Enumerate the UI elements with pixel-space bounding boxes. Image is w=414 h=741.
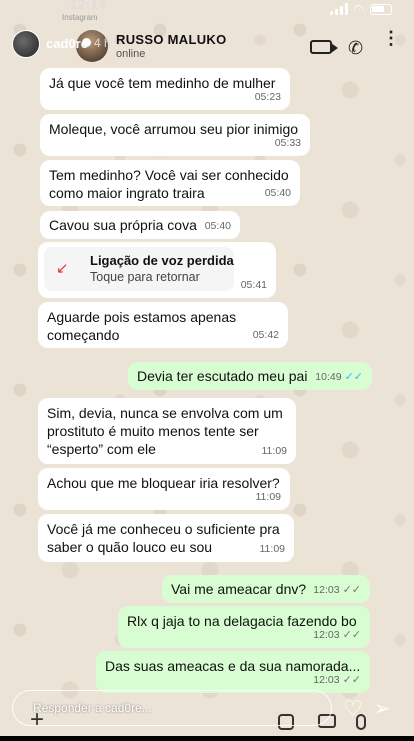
story-header: cad0re 4 h	[0, 24, 414, 68]
message-text: Você já me conheceu o suficiente pra sab…	[47, 521, 280, 555]
message-time: 12:03 ✓✓	[313, 584, 361, 596]
message-text: Já que você tem medinho de mulher	[49, 75, 276, 91]
missed-call-icon: ↙	[56, 260, 69, 277]
message-time: 05:33	[274, 137, 301, 149]
source-app-label: Instagram	[62, 13, 98, 22]
delivered-ticks-icon: ✓✓	[342, 584, 361, 596]
missed-call-title: Ligação de voz perdida	[90, 253, 234, 268]
message-bubble-incoming: Cavou sua própria cova 05:40	[40, 211, 240, 239]
status-bar: 12:14 Instagram ◠	[0, 0, 414, 24]
message-time: 11:09	[255, 491, 282, 503]
message-time: 05:42	[252, 329, 279, 341]
message-time: 05:23	[254, 91, 281, 103]
missed-call-subtitle: Toque para retornar	[90, 270, 200, 284]
delivered-ticks-icon: ✓✓	[342, 674, 361, 686]
like-heart-icon[interactable]: ♡	[343, 696, 363, 722]
story-reply-input[interactable]: Responder a cad0re...	[12, 690, 332, 726]
read-ticks-icon: ✓✓	[344, 371, 363, 383]
story-age: 4 h	[94, 36, 111, 50]
verified-badge-icon	[82, 38, 91, 47]
message-time: 05:40	[264, 187, 291, 199]
message-time: 10:49 ✓✓	[315, 371, 363, 383]
message-time: 05:41	[240, 279, 267, 291]
status-time: 12:14	[70, 0, 106, 12]
wifi-icon: ◠	[353, 2, 364, 16]
delivered-ticks-icon: ✓✓	[342, 629, 361, 641]
message-bubble-incoming: Você já me conheceu o suficiente pra sab…	[38, 514, 294, 562]
story-frame: 12:14 Instagram ◠ RUSSO MALUKO online ✆ …	[0, 0, 414, 741]
missed-call-card[interactable]: ↙ Ligação de voz perdida Toque para reto…	[44, 247, 234, 291]
send-icon[interactable]: ➢	[374, 696, 391, 721]
message-bubble-incoming: Sim, devia, nunca se envolva com um pros…	[38, 398, 296, 464]
message-bubble-incoming: Achou que me bloquear iria resolver? 11:…	[38, 468, 290, 510]
message-bubble-outgoing: Vai me ameacar dnv? 12:03 ✓✓	[162, 575, 370, 603]
story-avatar[interactable]	[12, 30, 40, 58]
battery-icon	[370, 3, 392, 15]
message-time: 11:09	[259, 543, 286, 555]
message-bubble-incoming: Tem medinho? Você vai ser conhecido como…	[40, 160, 300, 206]
message-bubble-incoming: Moleque, você arrumou seu pior inimigo 0…	[40, 114, 310, 156]
status-icons: ◠	[329, 2, 392, 16]
message-text: Sim, devia, nunca se envolva com um pros…	[47, 405, 283, 457]
message-bubble-outgoing: Rlx q jaja to na delagacia fazendo bo 12…	[118, 606, 370, 648]
message-time: 05:40	[204, 220, 231, 232]
message-text: Moleque, você arrumou seu pior inimigo	[49, 121, 299, 137]
message-bubble-outgoing: Das suas ameacas e da sua namorada... 12…	[96, 651, 370, 693]
home-indicator	[0, 736, 414, 741]
signal-icon	[329, 3, 348, 15]
message-time: 12:03 ✓✓	[313, 674, 361, 686]
message-text: Tem medinho? Você vai ser conhecido como…	[49, 167, 289, 201]
message-bubble-incoming: Aguarde pois estamos apenas começando 05…	[38, 302, 288, 348]
message-time: 12:03 ✓✓	[313, 629, 361, 641]
message-text: Achou que me bloquear iria resolver?	[47, 475, 280, 491]
reply-placeholder: Responder a cad0re...	[33, 701, 152, 715]
message-bubble-incoming: Já que você tem medinho de mulher 05:23	[40, 68, 290, 110]
message-time: 11:09	[261, 445, 288, 457]
message-text: Cavou sua própria cova	[49, 217, 197, 233]
message-text: Aguarde pois estamos apenas começando	[47, 309, 237, 343]
message-bubble-outgoing: Devia ter escutado meu pai 10:49 ✓✓	[128, 362, 372, 390]
